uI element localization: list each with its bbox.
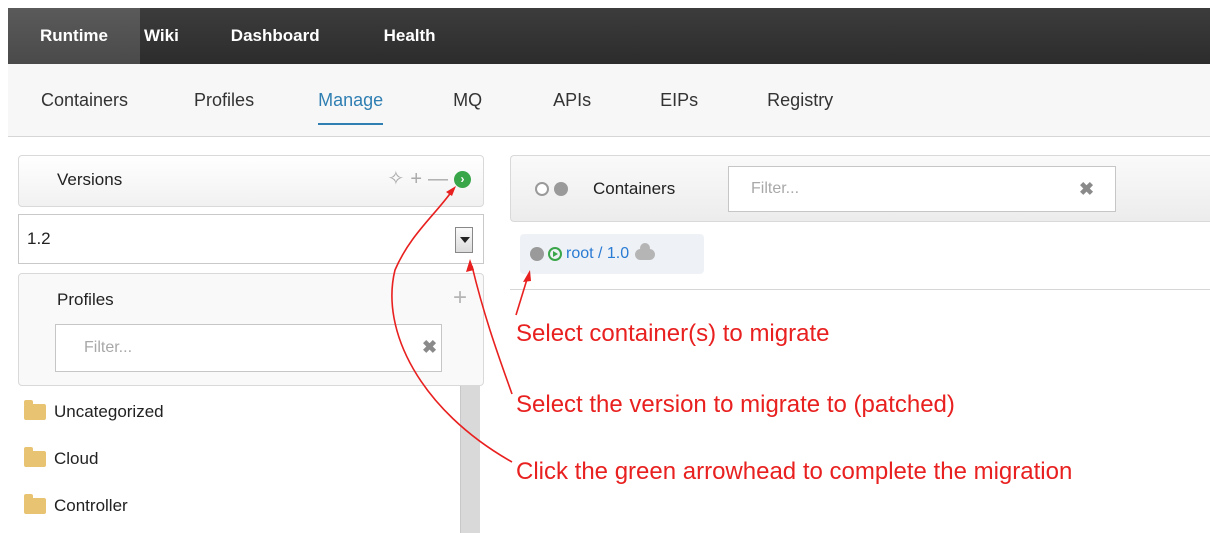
subtab-profiles[interactable]: Profiles — [194, 64, 254, 137]
versions-title: Versions — [57, 170, 123, 189]
containers-filter-input[interactable] — [728, 166, 1116, 212]
version-select[interactable]: 1.2 — [18, 214, 484, 264]
annotation-select-version: Select the version to migrate to (patche… — [516, 391, 955, 418]
subtab-containers[interactable]: Containers — [41, 64, 128, 137]
container-play-icon[interactable] — [548, 247, 562, 261]
tree-scrollbar[interactable] — [460, 386, 480, 533]
subtab-registry[interactable]: Registry — [767, 64, 833, 137]
top-nav: Runtime Wiki Dashboard Health — [8, 8, 1210, 64]
tab-dashboard[interactable]: Dashboard — [213, 8, 354, 64]
containers-panel-header: Containers ✖ — [510, 155, 1210, 222]
add-profile-icon[interactable]: + — [453, 284, 467, 312]
cloud-icon — [635, 242, 656, 260]
tree-item-label: Cloud — [54, 448, 99, 468]
sub-nav: Containers Profiles Manage MQ APIs EIPs … — [8, 64, 1210, 137]
minus-icon[interactable]: — — [428, 169, 448, 189]
subtab-apis[interactable]: APIs — [553, 64, 591, 137]
go-arrow-icon[interactable]: › — [454, 170, 471, 188]
select-all-icon[interactable] — [554, 182, 568, 196]
tree-item-uncategorized[interactable]: Uncategorized — [24, 388, 464, 435]
profiles-title: Profiles — [57, 290, 114, 309]
tree-item-cloud[interactable]: Cloud — [24, 435, 464, 482]
select-arrow-icon[interactable] — [455, 227, 473, 253]
profiles-filter-input[interactable] — [55, 324, 442, 372]
annotation-select-containers: Select container(s) to migrate — [516, 320, 830, 347]
move-icon[interactable]: ✧ — [388, 169, 405, 189]
tab-runtime[interactable]: Runtime — [8, 8, 140, 64]
subtab-manage[interactable]: Manage — [318, 64, 384, 137]
clear-filter-icon[interactable]: ✖ — [422, 337, 437, 358]
version-selected-value: 1.2 — [27, 229, 51, 248]
versions-actions: ✧ + — › — [388, 169, 471, 189]
profiles-panel: Profiles + ✖ — [18, 273, 484, 386]
divider — [510, 289, 1210, 290]
containers-title: Containers — [593, 179, 676, 198]
subtab-eips[interactable]: EIPs — [660, 64, 698, 137]
arrow-to-container — [515, 275, 529, 316]
container-row[interactable]: root / 1.0 — [520, 234, 704, 274]
tab-health[interactable]: Health — [354, 8, 470, 64]
tab-wiki[interactable]: Wiki — [140, 8, 213, 64]
plus-icon[interactable]: + — [410, 169, 422, 189]
versions-panel-header: Versions ✧ + — › — [18, 155, 484, 207]
folder-icon — [24, 446, 46, 467]
annotation-click-arrowhead: Click the green arrowhead to complete th… — [516, 458, 1073, 485]
tree-item-label: Controller — [54, 495, 128, 515]
tree-item-controller[interactable]: Controller — [24, 482, 464, 529]
clear-filter-icon[interactable]: ✖ — [1079, 179, 1094, 200]
container-select-dot-icon[interactable] — [530, 247, 544, 261]
tree-item-label: Uncategorized — [54, 401, 164, 421]
container-link[interactable]: root / 1.0 — [566, 245, 629, 263]
subtab-mq[interactable]: MQ — [453, 64, 482, 137]
folder-icon — [24, 493, 46, 514]
profile-tree: Uncategorized Cloud Controller — [24, 388, 464, 529]
app-root: Runtime Wiki Dashboard Health Containers… — [0, 0, 1210, 533]
folder-icon — [24, 399, 46, 420]
select-none-icon[interactable] — [535, 182, 549, 196]
